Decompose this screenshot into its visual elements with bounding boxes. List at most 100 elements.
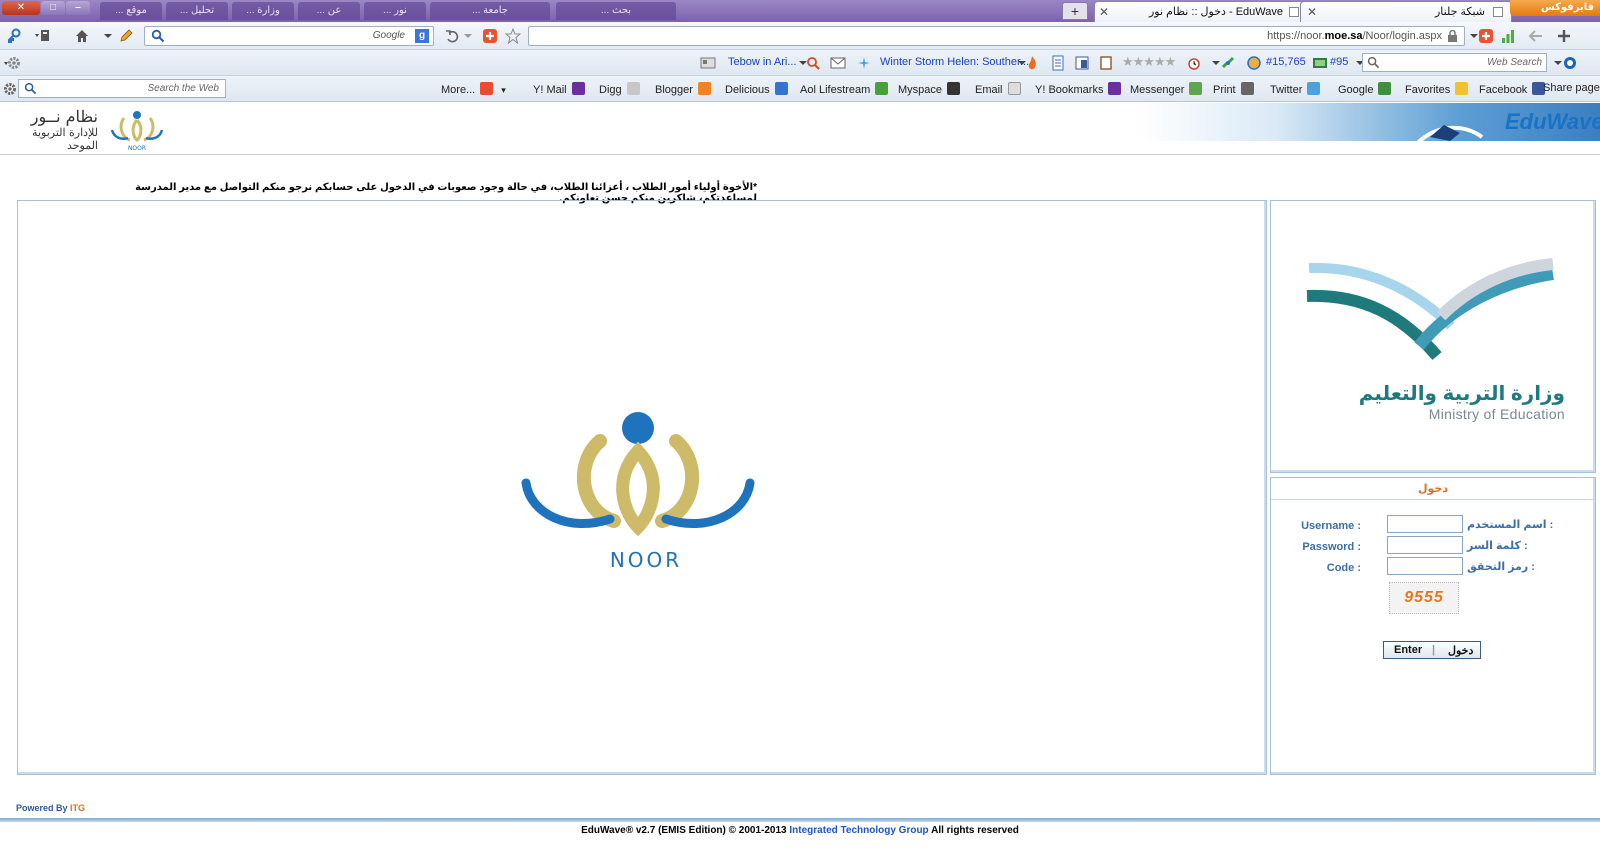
search-icon <box>151 29 165 43</box>
settings-gear-icon[interactable] <box>4 55 20 71</box>
plus-icon[interactable] <box>1556 28 1572 44</box>
tab-title: دخول :: نظام نور - EduWave <box>1148 6 1283 18</box>
home-icon[interactable] <box>74 28 90 44</box>
bookmark-aol-lifestream[interactable]: Aol Lifestream <box>800 82 889 96</box>
rank2-link[interactable]: #95 <box>1330 56 1348 68</box>
eduwave-swoosh-icon <box>1412 125 1484 149</box>
page-header: نظام نــور للإدارة التربوية الموحد NOOR … <box>0 103 1600 155</box>
rank-link[interactable]: #15,765 <box>1266 56 1306 68</box>
search-icon[interactable] <box>805 55 821 71</box>
bookmark-print[interactable]: Print <box>1213 82 1254 96</box>
more-plus-icon <box>480 82 494 95</box>
yahoo-mail-icon <box>571 82 585 95</box>
enter-label: Enter <box>1394 644 1423 656</box>
bookmark-delicious[interactable]: Delicious <box>725 82 788 96</box>
url-bar[interactable]: https://noor.moe.sa/Noor/login.aspx <box>528 26 1465 46</box>
bookmark-menu-icon[interactable] <box>34 28 50 44</box>
signal-bars-icon[interactable] <box>1500 28 1516 44</box>
web-search-placeholder: Web Search <box>1487 57 1542 68</box>
bookmark-myspace[interactable]: Myspace <box>898 82 961 96</box>
alarm-icon[interactable] <box>1186 55 1202 71</box>
link-icon[interactable] <box>1220 55 1236 71</box>
book-icon[interactable] <box>1098 55 1114 71</box>
blogger-icon <box>697 82 711 95</box>
bookmark-email[interactable]: Email <box>975 82 1021 96</box>
login-enter-button[interactable]: Enter | دخول <box>1383 641 1481 659</box>
search-icon <box>24 82 37 95</box>
bookmark-google[interactable]: Google <box>1338 82 1392 96</box>
bookmark-more[interactable]: More... ▾ <box>441 82 506 96</box>
window-maximize-button[interactable]: □ <box>41 1 65 15</box>
background-tab[interactable]: نور ... <box>364 2 426 20</box>
bookmark-y-bookmarks[interactable]: Y! Bookmarks <box>1035 82 1122 96</box>
news-link[interactable]: Tebow in Ari... <box>728 56 796 68</box>
facebook-share-icon[interactable] <box>1074 55 1090 71</box>
add-bookmark-icon[interactable] <box>482 28 498 44</box>
eduwave-logo[interactable]: EduWave <box>1505 109 1600 135</box>
background-tab[interactable]: بحث ... <box>556 2 676 20</box>
lock-icon[interactable] <box>1447 30 1458 42</box>
undo-icon[interactable] <box>444 28 460 44</box>
favicon-icon <box>1493 7 1503 17</box>
password-input[interactable] <box>1387 536 1463 554</box>
fire-icon[interactable] <box>1024 55 1040 71</box>
chart-icon[interactable] <box>1312 55 1328 71</box>
firefox-menu-button[interactable]: فايرفوكس <box>1510 0 1600 16</box>
tab-active[interactable]: ✕ دخول :: نظام نور - EduWave <box>1094 1 1308 22</box>
close-tab-icon[interactable]: ✕ <box>1307 2 1317 22</box>
back-arrow-icon[interactable] <box>1528 28 1544 44</box>
weather-icon[interactable] <box>856 55 872 71</box>
document-icon[interactable] <box>1050 55 1066 71</box>
google-plus-icon[interactable]: g <box>415 29 429 43</box>
bookmark-digg[interactable]: Digg <box>599 82 640 96</box>
new-tab-button[interactable]: + <box>1062 2 1088 20</box>
google-icon <box>1378 82 1392 95</box>
noor-logo-text: NOOR <box>610 548 682 572</box>
rating-stars-icon[interactable]: ★★★★★ <box>1122 54 1176 70</box>
window-minimize-button[interactable]: – <box>66 1 90 15</box>
browser-globe-icon[interactable] <box>1562 55 1578 71</box>
code-label-arabic: : رمز التحقق <box>1467 561 1535 573</box>
username-input[interactable] <box>1387 515 1463 533</box>
addon-plus-icon[interactable] <box>1478 28 1494 44</box>
dropdown-arrow-icon[interactable] <box>100 28 116 44</box>
background-tab[interactable]: تحليل ... <box>166 2 228 20</box>
bookmark-twitter[interactable]: Twitter <box>1270 82 1321 96</box>
search-the-web-input[interactable]: Search the Web <box>18 79 226 98</box>
powered-by: Powered By ITG <box>16 803 86 813</box>
window-close-button[interactable]: ✕ <box>2 1 40 15</box>
pencil-icon[interactable] <box>118 28 134 44</box>
web-search-input[interactable]: Web Search <box>1362 53 1547 72</box>
tab-second[interactable]: ✕ شبكة جلنار <box>1300 1 1512 22</box>
bookmark-blogger[interactable]: Blogger <box>655 82 711 96</box>
close-tab-icon[interactable]: ✕ <box>1099 2 1109 22</box>
background-tab[interactable]: جامعة ... <box>430 2 550 20</box>
globe-rank-icon[interactable] <box>1246 55 1262 71</box>
window-titlebar: ✕ □ – موقع ... تحليل ... وزارة ... عن ..… <box>0 0 1600 22</box>
itg-link[interactable]: ITG <box>70 803 85 813</box>
google-search-input[interactable]: Google g <box>144 26 434 46</box>
bookmark-ymail[interactable]: Y! Mail <box>533 82 585 96</box>
background-tab[interactable]: وزارة ... <box>232 2 294 20</box>
news-icon[interactable] <box>700 55 716 71</box>
weather-storm-link[interactable]: Winter Storm Helen: Souther... <box>880 56 1029 68</box>
search-placeholder: Google <box>372 30 405 41</box>
favicon-icon <box>1289 7 1299 17</box>
background-tab[interactable]: عن ... <box>298 2 360 20</box>
search-icon <box>1367 56 1380 69</box>
bookmark-favorites[interactable]: Favorites <box>1405 82 1469 96</box>
company-link[interactable]: Integrated Technology Group <box>789 825 928 836</box>
code-input[interactable] <box>1387 557 1463 575</box>
noor-brand[interactable]: نظام نــور للإدارة التربوية الموحد <box>8 107 98 152</box>
mail-icon[interactable] <box>830 55 846 71</box>
key-icon[interactable] <box>6 28 22 44</box>
dropdown-arrow-icon[interactable] <box>460 28 476 44</box>
bookmark-messenger[interactable]: Messenger <box>1130 82 1203 96</box>
settings-gear-icon[interactable] <box>2 81 18 97</box>
password-label: Password : <box>1302 541 1361 553</box>
noor-small-logo-icon[interactable]: NOOR <box>106 108 168 152</box>
search-the-web-placeholder: Search the Web <box>147 83 219 94</box>
background-tab[interactable]: موقع ... <box>100 2 162 20</box>
bookmark-facebook[interactable]: Facebook <box>1479 82 1546 96</box>
star-icon[interactable] <box>505 28 521 44</box>
